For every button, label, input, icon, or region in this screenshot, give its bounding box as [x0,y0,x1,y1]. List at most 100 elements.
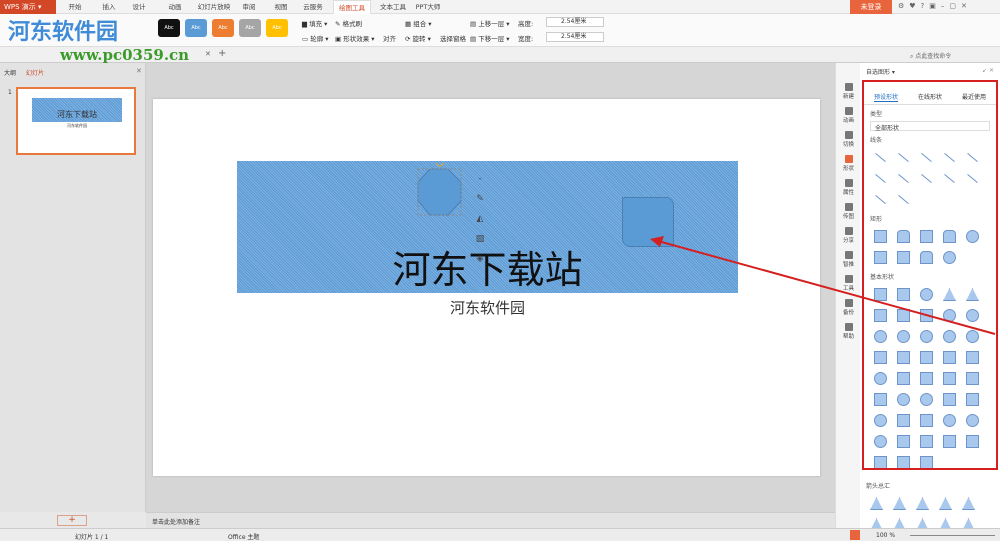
tab-2[interactable]: 设计 [125,0,153,14]
sidebar-item-9[interactable]: 备份 [836,299,861,316]
style-swatch[interactable]: Abc [266,19,288,37]
shape-oval[interactable] [918,286,935,303]
shape-left-bracket[interactable] [964,433,981,450]
sidebar-item-8[interactable]: 工具 [836,275,861,292]
close-panel-icon[interactable]: ✕ [136,67,142,75]
shape-rounded-rectangle[interactable] [895,228,912,245]
shape-folded-corner[interactable] [964,391,981,408]
shape-arc2[interactable] [895,433,912,450]
sidebar-item-3[interactable]: 形状 [836,155,861,172]
shape-parallelogram[interactable] [872,307,889,324]
login-button[interactable]: 未登录 [850,0,892,14]
shape-s-curve[interactable] [964,170,981,187]
shape-heptagon-7[interactable] [872,328,889,345]
shape-curve[interactable] [895,170,912,187]
shape-elbow-double-arrow[interactable] [872,170,889,187]
sidebar-item-5[interactable]: 传图 [836,203,861,220]
shape-snip-single[interactable] [895,249,912,266]
tab-outline[interactable]: 大纲 [4,68,16,77]
slide-canvas[interactable]: 河东下载站 河东软件园 - ✎ ◭ ▨ ◈ [153,99,820,476]
shape-elbow[interactable] [941,149,958,166]
shape-arc[interactable] [941,391,958,408]
shape-pie[interactable] [964,328,981,345]
shape-round-corner[interactable] [941,228,958,245]
sidebar-item-2[interactable]: 切换 [836,131,861,148]
format-painter-button[interactable]: ✎ 格式刷 [335,18,362,28]
shape-bracket-pair[interactable] [918,433,935,450]
sidebar-item-10[interactable]: 帮助 [836,323,861,340]
shape-round-same[interactable] [918,249,935,266]
tab-10[interactable]: PPT大师 [413,0,443,14]
slide-thumbnail[interactable]: 河东下载站 河东软件园 [16,87,136,155]
shape-smiley[interactable] [872,412,889,429]
shape-pentagon[interactable] [941,307,958,324]
shape-scribble[interactable] [895,191,912,208]
pane-tab-0[interactable]: 预设形状 [873,92,898,102]
shape-left-arrow[interactable] [891,495,908,512]
notes-area[interactable]: 单击此处添加备注 [146,512,835,528]
shape-dodecagon-12[interactable] [941,328,958,345]
sidebar-item-1[interactable]: 动画 [836,107,861,124]
zoom-level[interactable]: 100 % [876,532,895,539]
bring-forward-button[interactable]: ▤ 上移一层 ▾ [470,18,510,28]
shape-cloud[interactable] [872,433,889,450]
tab-8[interactable]: 绘图工具 [333,0,371,14]
shape-sun[interactable] [941,412,958,429]
zoom-slider[interactable] [910,535,995,536]
shape-cube[interactable] [964,370,981,387]
shape-no-symbol[interactable] [918,391,935,408]
style-swatch[interactable]: Abc [185,19,207,37]
shape-heart[interactable] [895,412,912,429]
shape-half-frame[interactable] [941,349,958,366]
rotate-button[interactable]: ⟳ 旋转 ▾ [405,33,431,43]
shape-right-arrow[interactable] [868,495,885,512]
shape-up-arrow[interactable] [914,495,931,512]
tab-5[interactable]: 审阅 [235,0,263,14]
shape-snip-corner[interactable] [918,228,935,245]
tab-7[interactable]: 云服务 [298,0,328,14]
sidebar-item-6[interactable]: 分享 [836,227,861,244]
shape-triangle[interactable] [941,286,958,303]
shape-lightning[interactable] [918,412,935,429]
outline-button[interactable]: ▭ 轮廓 ▾ [302,33,329,43]
send-backward-button[interactable]: ▤ 下移一层 ▾ [470,33,510,43]
shape-diagonal-stripe[interactable] [872,370,889,387]
sidebar-item-7[interactable]: 智推 [836,251,861,268]
style-swatch[interactable]: Abc [158,19,180,37]
shape-teardrop[interactable] [895,349,912,366]
shape-diamond[interactable] [918,307,935,324]
selection-pane-button[interactable]: 选择窗格 [440,33,466,43]
shape-octagon-8[interactable] [895,328,912,345]
shape-right-bracket[interactable] [872,454,889,468]
shape-curve-double-arrow[interactable] [941,170,958,187]
width-input[interactable]: 2.54厘米 [546,32,604,42]
shape-text-box[interactable] [872,286,889,303]
shape-snip-same[interactable] [872,249,889,266]
shape-decagon-10[interactable] [918,328,935,345]
sidebar-item-4[interactable]: 属性 [836,179,861,196]
shape-hexagon[interactable] [964,307,981,324]
shape-double-arrow[interactable] [918,149,935,166]
shape-line[interactable] [872,149,889,166]
shape-donut[interactable] [895,391,912,408]
shape-snip-diagonal[interactable] [964,228,981,245]
align-button[interactable]: 对齐 [383,33,396,43]
style-swatch[interactable]: Abc [212,19,234,37]
shape-elbow-arrow[interactable] [964,149,981,166]
shape-chord[interactable] [872,349,889,366]
fill-button[interactable]: ▆ 填充 ▾ [302,18,327,28]
shape-moon[interactable] [964,412,981,429]
shape-freeform[interactable] [872,191,889,208]
shape-right-brace[interactable] [918,454,935,468]
search-command[interactable]: ⌕ 点此查找命令 [910,51,951,61]
shape-rectangle[interactable] [872,228,889,245]
slide-title[interactable]: 河东下载站 [237,239,738,294]
sidebar-item-0[interactable]: 新建 [836,83,861,100]
pane-tab-2[interactable]: 最近使用 [962,92,986,102]
shape-curve-arrow[interactable] [918,170,935,187]
window-controls[interactable]: ⚙♥?▣–▢✕ [898,2,972,10]
shape-left-right-arrow[interactable] [960,495,977,512]
tab-slides[interactable]: 幻灯片 [26,68,44,77]
tab-4[interactable]: 幻灯片放映 [195,0,233,14]
height-input[interactable]: 2.54厘米 [546,17,604,27]
